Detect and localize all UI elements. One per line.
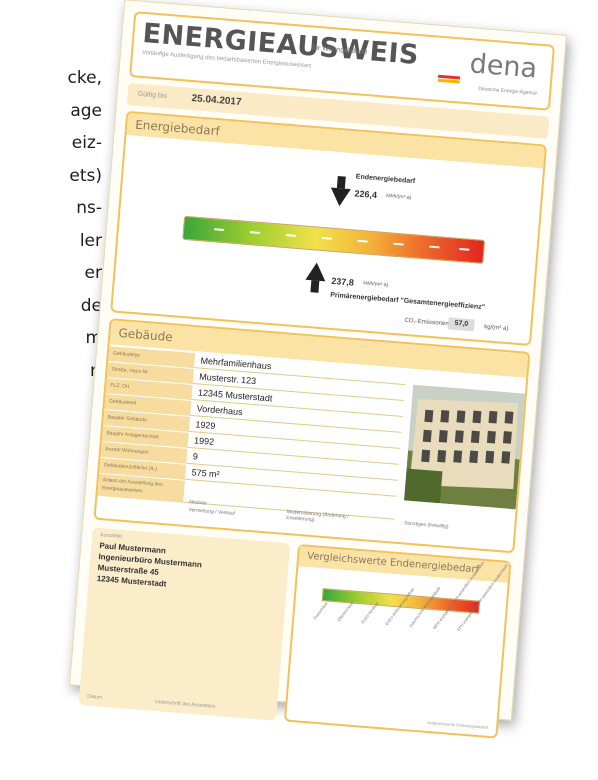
energy-color-scale [182,215,486,264]
checkbox-option: Modernisierung (Änderung / Erweiterung) [285,508,349,524]
scale-tick [249,231,261,234]
energy-demand-section: Energiebedarf Endenergiebedarf 226,4 kWh… [110,110,548,347]
bg-line: de [80,295,102,316]
bg-line: ler [79,230,102,251]
end-energy-value: 226,4 [354,188,378,201]
validity-label: Gültig bis [137,90,168,101]
issuer-signature-label: Unterschrift des Ausstellers [154,699,216,710]
checkbox-option: Sonstiges (freiwillig) [403,520,449,530]
bg-line: ets) [69,165,102,186]
validity-date: 25.04.2017 [191,93,242,109]
bg-line: eiz- [71,133,102,153]
primary-energy-value: 237,8 [330,275,355,288]
logo-text: dena [468,48,539,85]
energy-certificate-sheet: ENERGIEAUSWEIS für Wohngebäude Vorläufig… [69,0,567,739]
certificate-bottom: Aussteller Paul Mustermann Ingenieurbüro… [78,527,514,746]
checkbox-option: Neubau [188,499,207,507]
comparison-label: Passivhaus [312,600,329,621]
dena-logo: dena Deutsche Energie-Agentur [437,46,542,98]
bg-line: m [85,328,102,348]
co2-unit: kg/(m²·a) [483,324,509,333]
scale-tick [459,247,470,251]
co2-value: 57,0 [447,317,475,332]
scale-tick [393,242,404,246]
issuer-label: Aussteller [100,532,123,540]
scale-tick [429,245,440,249]
primary-energy-arrow-icon [305,261,327,282]
primary-energy-label: Primärenergiebedarf "Gesamtenergieeffizi… [329,291,486,312]
bg-line: age [70,100,102,121]
co2-label: CO₂-Emissionen [404,317,449,328]
comparison-box: Vergleichswerte Endenergiebedarf Passivh… [283,544,512,739]
logo-yellow-bar [437,78,460,84]
scale-tick [357,239,368,243]
scale-tick [285,234,296,237]
issuer-box: Aussteller Paul Mustermann Ingenieurbüro… [78,527,291,721]
end-energy-unit: kWh/(m²·a) [386,192,412,201]
building-photo [404,384,525,510]
scale-tick [321,236,332,240]
checkbox-option: Vermietung / Verkauf [188,507,236,517]
primary-energy-unit: kWh/(m²·a) [363,280,389,289]
issuer-date-label: Datum [87,693,103,701]
bg-line: cke, [67,68,102,88]
comparison-label: Effizienzhaus [336,600,355,623]
end-energy-label: Endenergiebedarf [355,173,416,186]
scale-tick [214,228,225,232]
bg-line: ns- [76,198,102,218]
logo-tagline: Deutsche Energie-Agentur [478,85,538,97]
end-energy-arrow-icon [329,187,351,208]
comparison-footnote: Vergleichswerte Endenergiebedarf [426,719,489,730]
building-section: Gebäude Gebäudetyp Mehrfamilienhaus Straß… [93,318,531,554]
bg-line: er [84,263,102,283]
issuer-address: Paul Mustermann Ingenieurbüro Mustermann… [96,540,203,592]
